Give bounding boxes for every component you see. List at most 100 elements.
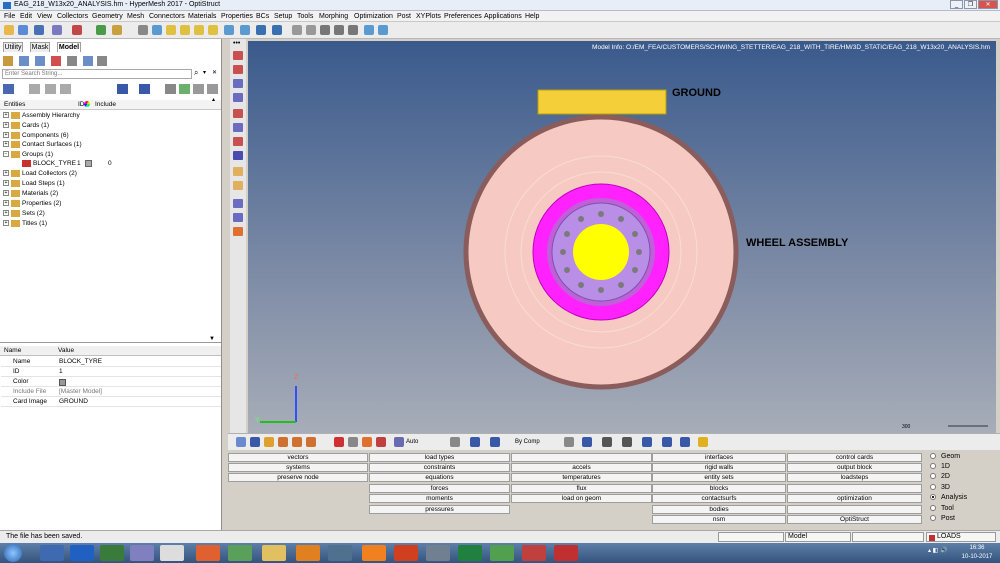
model-canvas[interactable]	[248, 41, 996, 433]
tree-item-assembly[interactable]: + Assembly Hierarchy	[3, 111, 80, 120]
task-app5-icon[interactable]	[522, 545, 546, 561]
graphics-viewport[interactable]: Model Info: O:/EM_FEA/CUSTOMERS/SCHWING_…	[248, 41, 996, 433]
btn-blocks[interactable]: blocks	[652, 484, 786, 493]
open-icon[interactable]	[18, 25, 28, 35]
cursor-icon[interactable]	[165, 84, 176, 94]
prop-row-color[interactable]: Color	[1, 377, 221, 387]
set-icon[interactable]	[278, 437, 288, 447]
tree-item-materials[interactable]: + Materials (2)	[3, 189, 58, 198]
task-ie-icon[interactable]	[40, 545, 64, 561]
view-front-icon[interactable]	[180, 25, 190, 35]
view-back-icon[interactable]	[240, 25, 250, 35]
view-side-icon[interactable]	[194, 25, 204, 35]
task-excel-icon[interactable]	[458, 545, 482, 561]
task-firefox-icon[interactable]	[296, 545, 320, 561]
menu-edit[interactable]: Edit	[20, 13, 32, 20]
scroll-icon[interactable]	[364, 25, 374, 35]
menu-help[interactable]: Help	[525, 13, 539, 20]
move-icon[interactable]	[334, 25, 344, 35]
task-app4-icon[interactable]	[490, 545, 514, 561]
favorite-icon[interactable]	[698, 437, 708, 447]
btn-preserve-node[interactable]: preserve node	[228, 473, 368, 482]
shape-icon[interactable]	[450, 437, 460, 447]
loads-icon[interactable]	[236, 437, 246, 447]
radio-1d[interactable]: 1D	[930, 462, 950, 472]
solid-icon[interactable]	[582, 437, 592, 447]
property-icon[interactable]	[292, 437, 302, 447]
radio-analysis[interactable]: Analysis	[930, 493, 967, 503]
task-powerpoint-icon[interactable]	[394, 545, 418, 561]
scroll-up-icon[interactable]: ▴	[212, 96, 220, 103]
cube-icon[interactable]	[117, 84, 128, 94]
display-mode-icon[interactable]	[662, 437, 672, 447]
elements-icon[interactable]	[233, 109, 243, 118]
task-app2-icon[interactable]	[130, 545, 154, 561]
minimize-button[interactable]: _	[950, 0, 963, 9]
task-solidworks-icon[interactable]	[554, 545, 578, 561]
material-icon[interactable]	[306, 437, 316, 447]
tray-time[interactable]: 16:36	[958, 545, 996, 551]
auto-dropdown[interactable]: Auto	[406, 437, 448, 447]
task-outlook-icon[interactable]	[70, 545, 94, 561]
menu-xyplots[interactable]: XYPlots	[416, 13, 441, 20]
btn-entity-sets[interactable]: entity sets	[652, 473, 786, 482]
element-shape-icon[interactable]	[642, 437, 652, 447]
hide-icon[interactable]	[193, 84, 204, 94]
fit-icon[interactable]	[256, 25, 266, 35]
menu-post[interactable]: Post	[397, 13, 411, 20]
menu-applications[interactable]: Applications	[484, 13, 522, 20]
start-button[interactable]	[4, 544, 22, 562]
show-icon[interactable]	[179, 84, 190, 94]
search-clear-icon[interactable]: ✕	[212, 69, 220, 78]
task-media-icon[interactable]	[196, 545, 220, 561]
tab-utility[interactable]: Utility	[3, 42, 23, 52]
find-icon[interactable]	[362, 437, 372, 447]
btn-col5-empty[interactable]	[787, 484, 922, 493]
entity-icon[interactable]	[3, 84, 14, 94]
btn-bodies[interactable]: bodies	[652, 505, 786, 514]
rotate-icon[interactable]	[152, 25, 162, 35]
btn-forces[interactable]: forces	[369, 484, 510, 493]
btn-rigid-walls[interactable]: rigid walls	[652, 463, 786, 472]
btn-moments[interactable]: moments	[369, 494, 510, 503]
browser-options-icon[interactable]	[97, 56, 107, 66]
tree-item-titles[interactable]: + Titles (1)	[3, 219, 47, 228]
radio-tool[interactable]: Tool	[930, 504, 954, 514]
folder-icon[interactable]	[112, 25, 122, 35]
user-icon[interactable]	[96, 25, 106, 35]
menu-morphing[interactable]: Morphing	[319, 13, 348, 20]
task-files-icon[interactable]	[160, 545, 184, 561]
entity-filter-icon[interactable]	[233, 213, 243, 222]
task-app1-icon[interactable]	[100, 545, 124, 561]
task-hypermesh-icon[interactable]	[426, 545, 450, 561]
auto-mode-icon[interactable]	[394, 437, 404, 447]
prop-row-id[interactable]: ID 1	[1, 367, 221, 377]
features-icon[interactable]	[233, 93, 243, 102]
isolate-icon[interactable]	[207, 84, 218, 94]
tray-date[interactable]: 10-10-2017	[958, 554, 996, 560]
menu-file[interactable]: File	[4, 13, 15, 20]
zoom-out-icon[interactable]	[306, 25, 316, 35]
btn-temperatures[interactable]: temperatures	[511, 473, 652, 482]
menu-collectors[interactable]: Collectors	[57, 13, 88, 20]
browser-view-icon[interactable]	[83, 56, 93, 66]
spin-icon[interactable]	[378, 25, 388, 35]
view-iso-icon[interactable]	[208, 25, 218, 35]
label-icon[interactable]	[233, 167, 243, 176]
view-top-icon[interactable]	[166, 25, 176, 35]
export-icon[interactable]	[72, 25, 82, 35]
btn-pressures[interactable]: pressures	[369, 505, 510, 514]
browser-config-icon[interactable]	[67, 56, 77, 66]
browser-list-icon[interactable]	[19, 56, 29, 66]
prop-row-name[interactable]: Name BLOCK_TYRE	[1, 357, 221, 367]
tab-mask[interactable]: Mask	[30, 42, 50, 52]
btn-interfaces[interactable]: interfaces	[652, 453, 786, 462]
search-input[interactable]: Enter Search String...	[2, 69, 192, 79]
new-icon[interactable]	[4, 25, 14, 35]
import-icon[interactable]	[52, 25, 62, 35]
search-icon[interactable]: ⌕	[194, 69, 202, 78]
tab-model[interactable]: Model	[57, 42, 81, 52]
sync-icon[interactable]	[60, 84, 71, 94]
tree-item-load-collectors[interactable]: + Load Collectors (2)	[3, 169, 77, 178]
zoom-icon[interactable]	[138, 25, 148, 35]
